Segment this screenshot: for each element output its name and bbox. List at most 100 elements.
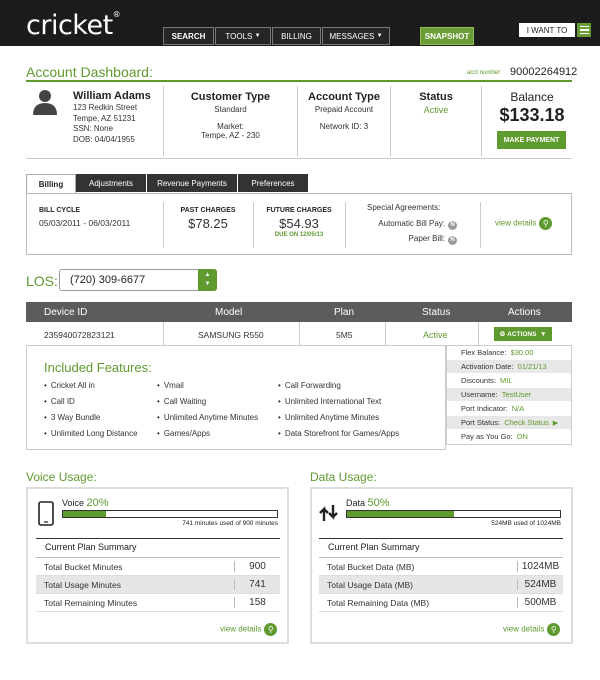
acct-number-label: acct number: [467, 70, 502, 76]
model-cell: SAMSUNG R550 [198, 330, 264, 340]
past-charges-value: $78.25 [188, 216, 228, 231]
voice-view-details-link[interactable]: view details ⚲ [220, 623, 278, 636]
username-label: Username: [461, 390, 498, 399]
nav-search[interactable]: SEARCH [163, 27, 214, 45]
nav-messages-label: MESSAGES [329, 31, 375, 41]
features-title: Included Features: [44, 360, 152, 375]
voice-progress-fill [63, 511, 106, 517]
row-value: 900 [234, 561, 280, 572]
nav-tools-label: TOOLS [225, 31, 253, 41]
acct-number: 90002264912 [510, 66, 578, 78]
i-want-to-button[interactable]: I WANT TO [519, 23, 575, 37]
features-col-1: Cricket All in Call ID 3 Way Bundle Unli… [44, 381, 138, 445]
divider [299, 322, 300, 346]
divider [345, 202, 346, 248]
voice-label: Voice [62, 498, 85, 508]
voice-usage-title: Voice Usage: [26, 470, 97, 484]
bill-cycle-value: 05/03/2011 - 06/03/2011 [39, 218, 131, 228]
flex-balance-label: Flex Balance: [461, 348, 507, 357]
select-arrows-icon[interactable]: ▲ ▼ [198, 269, 217, 291]
voice-caption: 741 minutes used of 900 minutes [182, 520, 278, 527]
tab-preferences[interactable]: Preferences [238, 174, 308, 192]
balance-label: Balance [510, 90, 554, 104]
username-row: Username: TestUser [447, 388, 571, 402]
data-caption: 524MB used of 1024MB [491, 520, 561, 527]
row-label: Total Usage Minutes [44, 579, 122, 590]
network-id: Network ID: 3 [319, 122, 369, 131]
divider [36, 538, 280, 539]
los-select[interactable]: (720) 309-6677 [59, 269, 217, 291]
divider [319, 538, 563, 539]
port-status-row[interactable]: Port Status: Check Status ▶ [447, 416, 571, 430]
features-col-2: Vmail Call Waiting Unlimited Anytime Min… [157, 381, 258, 445]
tab-revenue-payments-label: Revenue Payments [157, 178, 227, 188]
col-model: Model [215, 307, 243, 318]
snapshot-button[interactable]: SNAPSHOT [420, 27, 474, 45]
col-plan: Plan [334, 307, 355, 318]
col-device-id: Device ID [44, 307, 88, 318]
data-label: Data [346, 498, 366, 508]
logo-text: cricket [26, 10, 113, 41]
nav-tools[interactable]: TOOLS ▼ [215, 27, 271, 45]
flex-balance-value: $30.00 [510, 348, 534, 357]
phone-icon [38, 501, 54, 526]
divider [163, 322, 164, 346]
customer-street: 123 Redkin Street [73, 103, 138, 112]
data-summary-title: Current Plan Summary [328, 542, 420, 552]
divider [26, 80, 572, 82]
market-value: Tempe, AZ - 230 [201, 131, 260, 140]
customer-details: 123 Redkin Street Tempe, AZ 51231 SSN: N… [73, 103, 137, 145]
discounts-value: MIL [500, 376, 513, 385]
actions-button[interactable]: ⚙ ACTIONS ▼ [494, 327, 552, 341]
row-label: Total Remaining Data (MB) [327, 597, 430, 608]
list-item: Unlimited Anytime Minutes [278, 413, 399, 422]
customer-city: Tempe, AZ 51231 [73, 113, 136, 123]
data-progress-fill [347, 511, 454, 517]
market-label: Market: [217, 122, 244, 131]
tab-preferences-label: Preferences [251, 178, 295, 188]
voice-label-row: Voice 20% [62, 497, 109, 509]
future-charges-block: FUTURE CHARGES $54.93 DUE ON 12/05/13 [254, 207, 344, 238]
list-item: Call Forwarding [278, 381, 399, 390]
customer-type-label: Customer Type [190, 91, 271, 103]
nav-messages[interactable]: MESSAGES ▼ [322, 27, 390, 45]
data-transfer-icon [319, 504, 339, 522]
billing-view-details-link[interactable]: view details ⚲ [495, 217, 553, 230]
voice-summary-table: Total Bucket Minutes 900 Total Usage Minu… [36, 557, 280, 612]
pay-as-you-go-label: Pay as You Go: [461, 432, 513, 441]
past-charges-block: PAST CHARGES $78.25 [164, 207, 252, 231]
tab-revenue-payments[interactable]: Revenue Payments [147, 174, 237, 192]
i-want-to-label: I WANT TO [526, 25, 568, 35]
hamburger-menu-icon[interactable] [577, 23, 591, 37]
data-view-details-link[interactable]: view details ⚲ [503, 623, 561, 636]
data-label-row: Data 50% [346, 497, 390, 509]
username-value: TestUser [501, 390, 532, 399]
tab-adjustments[interactable]: Adjustments [76, 174, 146, 192]
pay-as-you-go-value: ON [516, 432, 528, 441]
activation-date-value: 01/21/13 [517, 362, 547, 371]
account-type-block: Account Type Prepaid Account Network ID:… [298, 91, 390, 131]
nav-billing[interactable]: BILLING [272, 27, 321, 45]
row-label: Total Bucket Minutes [44, 561, 123, 572]
tab-billing[interactable]: Billing [26, 174, 76, 194]
col-actions: Actions [508, 307, 541, 318]
paper-bill-row: Paper Bill: N [360, 234, 457, 245]
row-value: 524MB [517, 579, 563, 590]
customer-type-block: Customer Type Standard Market: Tempe, AZ… [164, 91, 297, 140]
list-item: Unlimited Long Distance [44, 429, 138, 438]
chevron-down-icon: ▼ [254, 33, 261, 39]
status-label: Status [419, 91, 453, 103]
table-row: Total Usage Data (MB) 524MB [319, 576, 563, 594]
table-row: Total Remaining Minutes 158 [36, 594, 280, 612]
flex-balance-row: Flex Balance: $30.00 [447, 346, 571, 360]
voice-percent: 20% [86, 497, 109, 509]
nav-search-label: SEARCH [171, 31, 206, 41]
status-block: Status Active [391, 91, 481, 115]
row-label: Total Remaining Minutes [44, 597, 138, 608]
activation-date-label: Activation Date: [461, 362, 514, 371]
autopay-row: Automatic Bill Pay: N [360, 219, 457, 230]
check-status-link[interactable]: Check Status [504, 418, 549, 427]
list-item: Unlimited Anytime Minutes [157, 413, 258, 422]
make-payment-button[interactable]: MAKE PAYMENT [497, 131, 566, 149]
cricket-logo[interactable]: cricket® [26, 10, 121, 41]
